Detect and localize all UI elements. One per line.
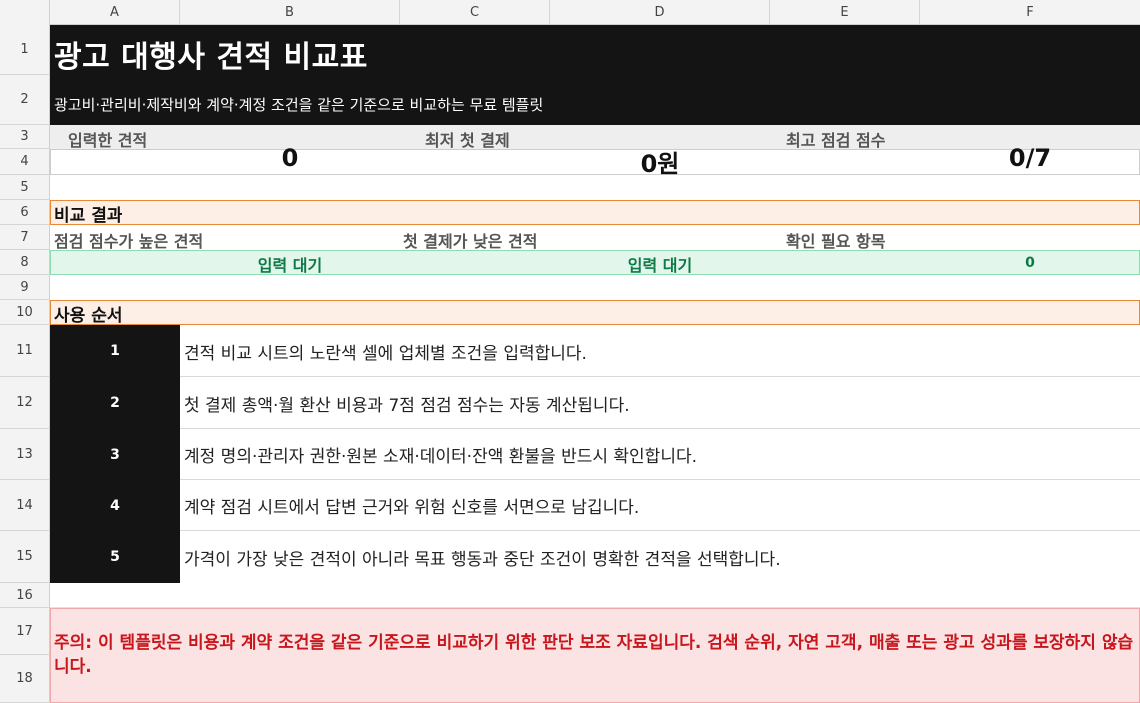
metric-value-quotes[interactable]: 0	[180, 144, 400, 172]
result-label-check-items[interactable]: 확인 필요 항목	[786, 228, 885, 252]
sheet-subtitle[interactable]: 광고비·관리비·제작비와 계약·계정 조건을 같은 기준으로 비교하는 무료 템…	[54, 94, 543, 115]
row-header-10[interactable]: 10	[0, 300, 50, 325]
row-header-8[interactable]: 8	[0, 250, 50, 275]
column-header-c[interactable]: C	[400, 0, 550, 25]
metric-label-lowest-payment[interactable]: 최저 첫 결제	[425, 127, 510, 151]
results-section-title[interactable]: 비교 결과	[54, 201, 122, 226]
row-header-16[interactable]: 16	[0, 583, 50, 608]
step-text-5[interactable]: 가격이 가장 낮은 견적이 아니라 목표 행동과 중단 조건이 명확한 견적을 …	[184, 531, 781, 583]
step-text-3[interactable]: 계정 명의·관리자 권한·원본 소재·데이터·잔액 환불을 반드시 확인합니다.	[184, 429, 697, 480]
metric-label-quotes[interactable]: 입력한 견적	[68, 127, 147, 151]
column-header-b[interactable]: B	[180, 0, 400, 25]
step-number-2[interactable]: 2	[50, 377, 180, 429]
column-header-a[interactable]: A	[50, 0, 180, 25]
column-header-f[interactable]: F	[920, 0, 1140, 25]
result-value-high-score[interactable]: 입력 대기	[180, 252, 400, 276]
row-header-6[interactable]: 6	[0, 200, 50, 225]
row-header-12[interactable]: 12	[0, 377, 50, 429]
row-header-5[interactable]: 5	[0, 175, 50, 200]
row-header-14[interactable]: 14	[0, 480, 50, 531]
warning-text[interactable]: 주의: 이 템플릿은 비용과 계약 조건을 같은 기준으로 비교하기 위한 판단…	[54, 631, 1134, 679]
row-header-7[interactable]: 7	[0, 225, 50, 250]
metric-value-top-score[interactable]: 0/7	[920, 144, 1140, 172]
step-number-1[interactable]: 1	[50, 325, 180, 377]
row-header-15[interactable]: 15	[0, 531, 50, 583]
row-header-17[interactable]: 17	[0, 608, 50, 655]
step-number-4[interactable]: 4	[50, 480, 180, 531]
select-all-corner[interactable]	[0, 0, 50, 25]
step-text-2[interactable]: 첫 결제 총액·월 환산 비용과 7점 점검 점수는 자동 계산됩니다.	[184, 377, 630, 429]
row-header-3[interactable]: 3	[0, 125, 50, 149]
result-label-high-score[interactable]: 점검 점수가 높은 견적	[54, 228, 203, 252]
column-header-d[interactable]: D	[550, 0, 770, 25]
column-header-e[interactable]: E	[770, 0, 920, 25]
metric-label-top-score[interactable]: 최고 점검 점수	[786, 127, 885, 151]
usage-section-title[interactable]: 사용 순서	[54, 301, 122, 326]
result-label-low-payment[interactable]: 첫 결제가 낮은 견적	[403, 228, 537, 252]
step-number-3[interactable]: 3	[50, 429, 180, 480]
row-header-4[interactable]: 4	[0, 149, 50, 175]
sheet-title[interactable]: 광고 대행사 견적 비교표	[54, 32, 368, 76]
step-number-5[interactable]: 5	[50, 531, 180, 583]
row-header-9[interactable]: 9	[0, 275, 50, 300]
row-header-1[interactable]: 1	[0, 25, 50, 75]
row-header-13[interactable]: 13	[0, 429, 50, 480]
step-text-4[interactable]: 계약 점검 시트에서 답변 근거와 위험 신호를 서면으로 남깁니다.	[184, 480, 639, 531]
results-section-band	[50, 200, 1140, 225]
step-text-1[interactable]: 견적 비교 시트의 노란색 셀에 업체별 조건을 입력합니다.	[184, 325, 587, 377]
row-header-2[interactable]: 2	[0, 75, 50, 125]
usage-section-band	[50, 300, 1140, 325]
result-value-check-items[interactable]: 0	[920, 255, 1140, 271]
row-header-18[interactable]: 18	[0, 655, 50, 703]
metric-value-lowest-payment[interactable]: 0원	[550, 144, 770, 179]
row-header-11[interactable]: 11	[0, 325, 50, 377]
result-value-low-payment[interactable]: 입력 대기	[550, 252, 770, 276]
